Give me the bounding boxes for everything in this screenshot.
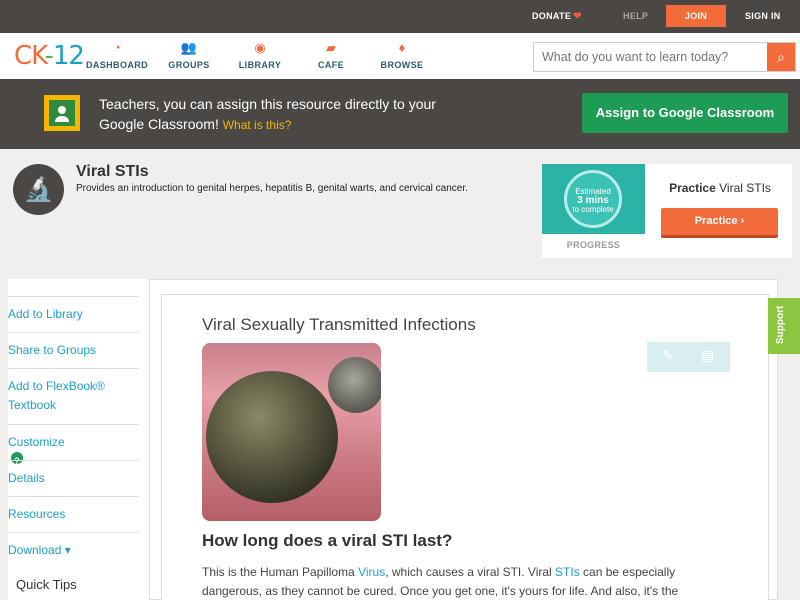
library-icon: ◉ <box>254 40 266 55</box>
article-title: Viral Sexually Transmitted Infections <box>202 315 476 334</box>
progress-ring: Estimated 3 mins to complete <box>542 164 645 234</box>
sidebar-item-customize[interactable]: Customize? <box>8 424 139 466</box>
sign-in-link[interactable]: SIGN IN <box>745 0 781 33</box>
main-header: CK-12 ◔ DASHBOARD 👥 GROUPS ◉ LIBRARY ▰ C… <box>0 33 800 79</box>
hpv-virus-particle <box>206 371 338 503</box>
chevron-right-icon: › <box>740 215 745 227</box>
concept-title: Viral STIs <box>76 163 149 180</box>
heart-icon: ❤ <box>573 11 582 22</box>
small-virus-particle <box>328 357 381 413</box>
ck12-logo[interactable]: CK-12 <box>14 41 85 71</box>
sidebar-item-add-to-flexbook[interactable]: Add to FlexBook® Textbook <box>8 368 139 424</box>
groups-icon: 👥 <box>180 40 198 55</box>
nav-library[interactable]: ◉ LIBRARY <box>225 39 295 70</box>
donate-link[interactable]: DONATE ❤ <box>532 0 582 33</box>
progress-label: PROGRESS <box>566 240 621 250</box>
article-toolbar: ✎ ▤ <box>647 342 730 372</box>
stis-link[interactable]: STIs <box>555 565 580 579</box>
sidebar-item-share-to-groups[interactable]: Share to Groups <box>8 332 139 368</box>
nav-groups[interactable]: 👥 GROUPS <box>154 39 224 70</box>
search-button[interactable]: ⌕ <box>767 43 795 71</box>
cafe-icon: ▰ <box>326 40 336 55</box>
join-button[interactable]: JOIN <box>666 5 726 27</box>
quick-tips-heading: Quick Tips <box>16 577 77 592</box>
assign-google-classroom-button[interactable]: Assign to Google Classroom <box>582 93 788 133</box>
pencil-icon[interactable]: ✎ <box>662 347 674 364</box>
banner-text: Teachers, you can assign this resource d… <box>99 96 436 132</box>
nav-cafe[interactable]: ▰ CAFE <box>296 39 366 70</box>
search-icon: ⌕ <box>777 49 785 65</box>
article-paragraph: This is the Human Papilloma Virus, which… <box>202 565 679 598</box>
sidebar-item-details[interactable]: Details <box>8 460 139 496</box>
browse-icon: ♦ <box>398 40 406 55</box>
nav-dashboard[interactable]: ◔ DASHBOARD <box>82 39 152 70</box>
article-heading: How long does a viral STI last? <box>202 531 453 550</box>
search-input[interactable] <box>534 43 769 71</box>
virus-link[interactable]: Virus <box>358 565 385 579</box>
practice-title: Practice Viral STIs <box>669 181 771 195</box>
google-classroom-banner: Teachers, you can assign this resource d… <box>0 79 800 149</box>
google-classroom-icon <box>44 95 80 131</box>
nav-browse[interactable]: ♦ BROWSE <box>367 39 437 70</box>
help-link[interactable]: HELP <box>623 0 648 33</box>
sidebar-item-resources[interactable]: Resources <box>8 496 139 532</box>
concept-description: Provides an introduction to genital herp… <box>76 183 468 194</box>
dashboard-icon: ◔ <box>113 40 121 55</box>
search-box: ⌕ <box>533 42 796 72</box>
virus-image <box>202 343 381 521</box>
sidebar-item-add-to-library[interactable]: Add to Library <box>8 296 139 332</box>
practice-panel: Estimated 3 mins to complete PROGRESS Pr… <box>542 164 792 258</box>
sidebar-item-download[interactable]: Download ▾ <box>8 532 139 568</box>
what-is-this-link[interactable]: What is this? <box>223 118 292 132</box>
support-tab[interactable]: Support <box>768 298 800 354</box>
microscope-icon: 🔬 <box>13 164 64 215</box>
practice-button[interactable]: Practice › <box>661 208 778 238</box>
top-bar: DONATE ❤ HELP JOIN SIGN IN <box>0 0 800 33</box>
notes-icon[interactable]: ▤ <box>701 347 714 364</box>
